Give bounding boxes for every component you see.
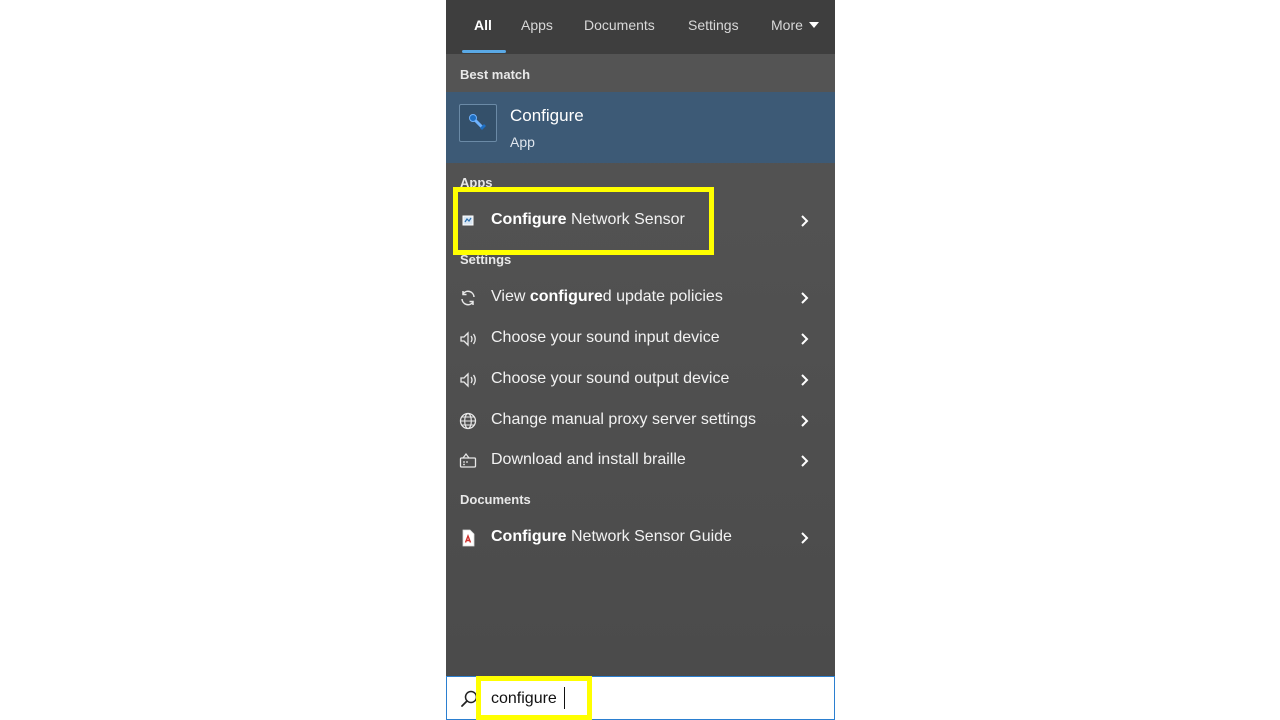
setting-result-proxy-settings[interactable]: Change manual proxy server settings [446,403,835,439]
setting-result-label: View configured update policies [491,288,723,305]
setting-result-label: Choose your sound input device [491,329,720,346]
speaker-icon [460,331,476,347]
globe-icon [459,412,477,430]
sync-icon [461,290,475,306]
chevron-right-icon [801,333,809,345]
network-sensor-app-icon [462,215,474,226]
chevron-right-icon [801,415,809,427]
search-icon [461,690,478,707]
best-match-subtitle: App [510,134,535,150]
filter-tab-bar: All Apps Documents Settings More [446,0,835,54]
best-match-title: Configure [510,106,584,125]
setting-result-sound-input[interactable]: Choose your sound input device [446,321,835,357]
search-results-panel: All Apps Documents Settings More Best ma… [446,0,835,720]
configure-app-icon [459,104,497,142]
chevron-right-icon [801,215,809,227]
chevron-right-icon [801,455,809,467]
setting-result-label: Choose your sound output device [491,370,730,387]
tab-more[interactable]: More [771,17,819,33]
chevron-right-icon [801,532,809,544]
pdf-document-icon [462,529,475,547]
tab-all[interactable]: All [474,17,492,33]
chevron-down-icon [808,22,819,29]
chevron-right-icon [801,292,809,304]
section-label-settings: Settings [460,252,512,267]
tab-apps[interactable]: Apps [521,17,553,33]
tab-settings[interactable]: Settings [688,17,739,33]
setting-result-braille[interactable]: Download and install braille [446,443,835,479]
active-tab-indicator [462,50,506,53]
section-label-best-match: Best match [460,67,531,82]
app-result-configure-network-sensor[interactable]: Configure Network Sensor [446,203,835,239]
document-result-label: Configure Network Sensor Guide [491,528,732,545]
section-label-apps: Apps [460,175,493,190]
app-result-label: Configure Network Sensor [491,211,685,228]
section-label-documents: Documents [460,492,531,507]
chevron-right-icon [801,374,809,386]
braille-display-icon [459,453,477,468]
setting-result-label: Download and install braille [491,451,686,468]
best-match-result[interactable]: Configure App [446,92,835,163]
search-input[interactable] [491,687,791,711]
setting-result-label: Change manual proxy server settings [491,411,757,428]
setting-result-sound-output[interactable]: Choose your sound output device [446,362,835,398]
search-bar [446,676,835,720]
tab-more-label: More [771,17,803,33]
setting-result-view-update-policies[interactable]: View configured update policies [446,280,835,316]
text-cursor [564,687,565,709]
speaker-icon [460,372,476,388]
tab-documents[interactable]: Documents [584,17,655,33]
document-result-network-sensor-guide[interactable]: Configure Network Sensor Guide [446,520,835,556]
